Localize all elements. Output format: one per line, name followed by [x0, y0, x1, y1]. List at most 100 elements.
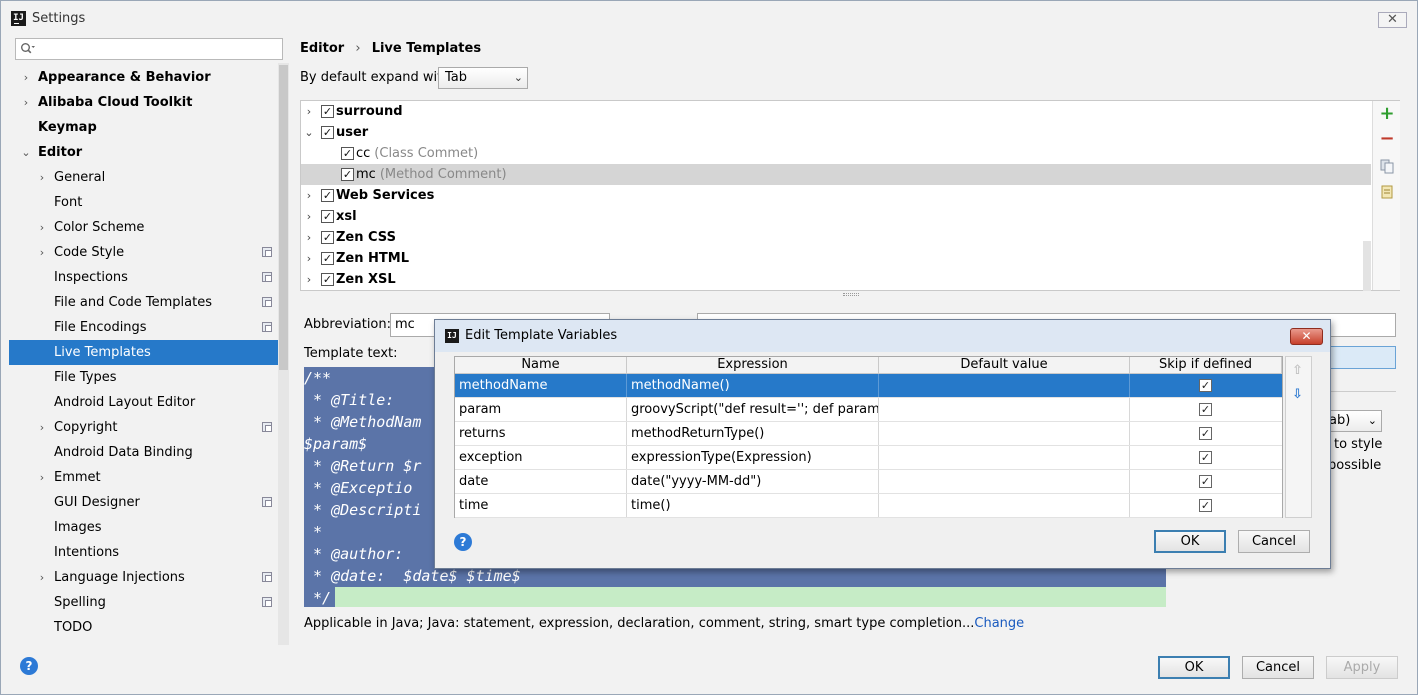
sidebar-item[interactable]: Inspections [9, 265, 289, 290]
variable-row[interactable]: methodName methodName() ✓ [455, 374, 1282, 398]
sidebar-item[interactable]: Android Layout Editor [9, 390, 289, 415]
sidebar-item[interactable]: File Encodings [9, 315, 289, 340]
sidebar-item[interactable]: TODO [9, 615, 289, 640]
sidebar-item[interactable]: › Emmet [9, 465, 289, 490]
variable-row[interactable]: param groovyScript("def result=''; def pa… [455, 398, 1282, 422]
chevron-right-icon[interactable]: › [36, 165, 48, 190]
template-enabled-checkbox[interactable]: ✓ [321, 273, 334, 286]
templates-scrollbar[interactable] [1363, 241, 1371, 291]
chevron-right-icon[interactable]: › [36, 415, 48, 440]
dialog-help-icon[interactable]: ? [454, 533, 472, 551]
column-header[interactable]: Name [455, 357, 627, 374]
splitter-grip[interactable] [843, 293, 859, 296]
settings-search-input[interactable] [15, 38, 283, 60]
sidebar-item[interactable]: File and Code Templates [9, 290, 289, 315]
variable-default-cell[interactable] [879, 422, 1130, 445]
chevron-down-icon[interactable]: ⌄ [20, 140, 32, 165]
sidebar-item[interactable]: Images [9, 515, 289, 540]
variable-default-cell[interactable] [879, 374, 1130, 397]
variable-default-cell[interactable] [879, 398, 1130, 421]
sidebar-item[interactable]: Android Data Binding [9, 440, 289, 465]
template-enabled-checkbox[interactable]: ✓ [321, 126, 334, 139]
variable-default-cell[interactable] [879, 494, 1130, 517]
template-enabled-checkbox[interactable]: ✓ [321, 105, 334, 118]
column-header[interactable]: Expression [627, 357, 879, 374]
template-group-row[interactable]: › ✓ Web Services [301, 185, 1371, 206]
template-group-row[interactable]: ⌄ ✓ user [301, 122, 1371, 143]
template-group-row[interactable]: › ✓ Zen HTML [301, 248, 1371, 269]
dialog-close-button[interactable]: ✕ [1290, 328, 1323, 345]
variable-expression-cell[interactable]: date("yyyy-MM-dd") [627, 470, 879, 493]
variable-name-cell[interactable]: time [455, 494, 627, 517]
column-header[interactable]: Default value [879, 357, 1130, 374]
variable-expression-cell[interactable]: methodReturnType() [627, 422, 879, 445]
variable-expression-cell[interactable]: expressionType(Expression) [627, 446, 879, 469]
dialog-cancel-button[interactable]: Cancel [1238, 530, 1310, 553]
template-group-row[interactable]: › ✓ Zen CSS [301, 227, 1371, 248]
sidebar-item[interactable]: › Copyright [9, 415, 289, 440]
chevron-right-icon[interactable]: › [36, 565, 48, 590]
ok-button[interactable]: OK [1158, 656, 1230, 679]
sidebar-item[interactable]: Live Templates [9, 340, 289, 365]
template-row[interactable]: ✓ mc (Method Comment) [301, 164, 1371, 185]
window-close-button[interactable]: ✕ [1378, 12, 1407, 28]
sidebar-item[interactable]: › Language Injections [9, 565, 289, 590]
template-row[interactable]: ✓ cc (Class Commet) [301, 143, 1371, 164]
skip-if-defined-checkbox[interactable]: ✓ [1199, 403, 1212, 416]
apply-button[interactable]: Apply [1326, 656, 1398, 679]
variable-name-cell[interactable]: exception [455, 446, 627, 469]
variable-row[interactable]: exception expressionType(Expression) ✓ [455, 446, 1282, 470]
sidebar-item[interactable]: Intentions [9, 540, 289, 565]
move-down-icon[interactable]: ⇩ [1292, 387, 1303, 402]
template-enabled-checkbox[interactable]: ✓ [321, 252, 334, 265]
sidebar-scroll-thumb[interactable] [279, 65, 288, 370]
chevron-down-icon[interactable]: ⌄ [303, 122, 315, 143]
expand-with-option-select[interactable]: ab) ⌄ [1324, 410, 1382, 432]
chevron-right-icon[interactable]: › [303, 206, 315, 227]
chevron-right-icon[interactable]: › [20, 65, 32, 90]
restore-defaults-icon[interactable] [1379, 184, 1395, 200]
cancel-button[interactable]: Cancel [1242, 656, 1314, 679]
skip-if-defined-checkbox[interactable]: ✓ [1199, 379, 1212, 392]
sidebar-scrollbar[interactable] [278, 63, 289, 645]
edit-variables-button[interactable] [1330, 346, 1396, 369]
skip-if-defined-checkbox[interactable]: ✓ [1199, 475, 1212, 488]
help-icon[interactable]: ? [20, 657, 38, 675]
sidebar-item[interactable]: ⌄ Editor [9, 140, 289, 165]
skip-if-defined-checkbox[interactable]: ✓ [1199, 427, 1212, 440]
chevron-right-icon[interactable]: › [303, 227, 315, 248]
sidebar-item[interactable]: › Appearance & Behavior [9, 65, 289, 90]
sidebar-item[interactable]: › General [9, 165, 289, 190]
template-group-row[interactable]: › ✓ xsl [301, 206, 1371, 227]
skip-if-defined-checkbox[interactable]: ✓ [1199, 499, 1212, 512]
chevron-right-icon[interactable]: › [36, 240, 48, 265]
expand-with-select[interactable]: Tab ⌄ [438, 67, 528, 89]
sidebar-item[interactable]: Keymap [9, 115, 289, 140]
template-enabled-checkbox[interactable]: ✓ [321, 189, 334, 202]
sidebar-item[interactable]: › Alibaba Cloud Toolkit [9, 90, 289, 115]
chevron-right-icon[interactable]: › [303, 269, 315, 290]
sidebar-item[interactable]: › Color Scheme [9, 215, 289, 240]
template-enabled-checkbox[interactable]: ✓ [341, 147, 354, 160]
chevron-right-icon[interactable]: › [20, 90, 32, 115]
move-up-icon[interactable]: ⇧ [1292, 363, 1303, 378]
variable-name-cell[interactable]: date [455, 470, 627, 493]
variable-expression-cell[interactable]: time() [627, 494, 879, 517]
template-group-row[interactable]: › ✓ Zen XSL [301, 269, 1371, 290]
variable-name-cell[interactable]: returns [455, 422, 627, 445]
variable-expression-cell[interactable]: methodName() [627, 374, 879, 397]
sidebar-item[interactable]: › Code Style [9, 240, 289, 265]
variable-row[interactable]: time time() ✓ [455, 494, 1282, 518]
add-template-button[interactable]: + [1379, 105, 1395, 123]
sidebar-item[interactable]: Font [9, 190, 289, 215]
sidebar-item[interactable]: File Types [9, 365, 289, 390]
sidebar-item[interactable]: GUI Designer [9, 490, 289, 515]
variable-default-cell[interactable] [879, 470, 1130, 493]
variable-row[interactable]: date date("yyyy-MM-dd") ✓ [455, 470, 1282, 494]
copy-template-icon[interactable] [1379, 158, 1395, 174]
template-enabled-checkbox[interactable]: ✓ [321, 210, 334, 223]
chevron-right-icon[interactable]: › [36, 215, 48, 240]
template-enabled-checkbox[interactable]: ✓ [341, 168, 354, 181]
template-group-row[interactable]: › ✓ surround [301, 101, 1371, 122]
variable-expression-cell[interactable]: groovyScript("def result=''; def params.… [627, 398, 879, 421]
